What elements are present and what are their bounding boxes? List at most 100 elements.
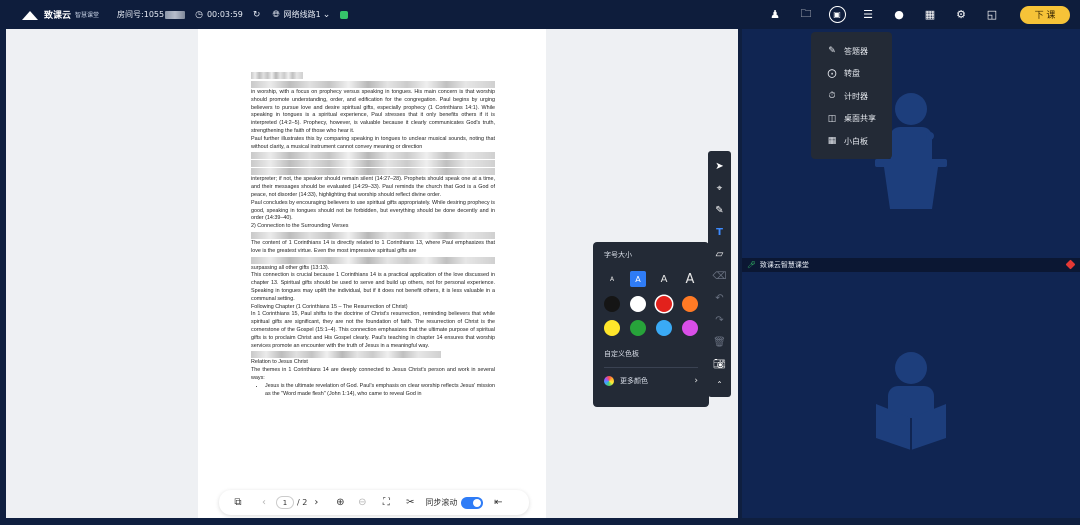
chevron-down-icon: ⌄ bbox=[322, 9, 331, 20]
users-icon: ♟ bbox=[770, 8, 780, 21]
courseware-stage: in worship, with a focus on prophecy ver… bbox=[6, 29, 738, 518]
zoom-out-button[interactable]: ⊖ bbox=[353, 497, 371, 508]
layout-button[interactable]: ▦ bbox=[917, 2, 943, 28]
layout-icon: ▦ bbox=[924, 8, 936, 21]
undo-button[interactable]: ↶ bbox=[708, 287, 731, 309]
room-number: 房间号:1055 bbox=[117, 9, 186, 20]
clear-button[interactable]: 🗑︎ bbox=[708, 331, 731, 353]
menu-item-label: 小白板 bbox=[844, 136, 868, 146]
color-swatch[interactable] bbox=[604, 320, 620, 336]
fit-screen-button[interactable]: ⛶ bbox=[377, 497, 395, 508]
mixer-button[interactable]: ☰ bbox=[855, 2, 881, 28]
chat-button[interactable]: ● bbox=[886, 2, 912, 28]
color-swatch[interactable] bbox=[682, 296, 698, 312]
redacted-text bbox=[251, 160, 495, 168]
redacted-text bbox=[251, 152, 495, 160]
laser-pointer-tool[interactable]: ⌖ bbox=[708, 177, 731, 199]
color-swatch[interactable] bbox=[604, 296, 620, 312]
network-line-label: 网络线路1 bbox=[283, 10, 321, 19]
toolbox-icon: ▣ bbox=[828, 6, 846, 23]
font-size-medium[interactable]: A bbox=[630, 271, 646, 287]
pen-icon: ✎ bbox=[715, 204, 724, 216]
globe-icon: 🌐︎ bbox=[272, 9, 280, 20]
font-size-large[interactable]: A bbox=[656, 271, 672, 287]
redo-button[interactable]: ↷ bbox=[708, 309, 731, 331]
text-tool[interactable]: T bbox=[708, 221, 731, 243]
menu-item-whiteboard[interactable]: ▦ 小白板 bbox=[811, 130, 892, 153]
menu-item-answerer[interactable]: ✎ 答题器 bbox=[811, 40, 892, 63]
teacher-name-bar: 🎤︎ 致课云智慧课堂 bbox=[742, 258, 1080, 272]
refresh-button[interactable]: ↻ bbox=[253, 10, 265, 20]
members-button[interactable]: ♟ bbox=[762, 2, 788, 28]
microphone-icon: 🎤︎ bbox=[747, 261, 756, 269]
network-status-icon bbox=[340, 10, 349, 19]
class-timer: ◷ 00:03:59 bbox=[195, 10, 243, 20]
toolbox-button[interactable]: ▣ bbox=[824, 2, 850, 28]
eraser-tool[interactable]: ⌫ bbox=[708, 265, 731, 287]
color-palette bbox=[604, 296, 698, 336]
stopwatch-icon: ⏱︎ bbox=[828, 91, 836, 102]
document-text: in worship, with a focus on prophecy ver… bbox=[251, 89, 495, 398]
end-class-button[interactable]: 下 课 bbox=[1020, 5, 1070, 24]
doc-paragraph: The content of 1 Corinthians 14 is direc… bbox=[251, 239, 495, 254]
sync-scroll-toggle[interactable] bbox=[461, 496, 484, 509]
color-swatch[interactable] bbox=[656, 320, 672, 336]
more-colors-label: 更多颜色 bbox=[620, 377, 648, 385]
bottom-strip bbox=[0, 518, 1080, 525]
doc-paragraph: In 1 Corinthians 15, Paul shifts to the … bbox=[251, 311, 495, 349]
wheel-icon: ⨀ bbox=[827, 68, 837, 79]
sliders-icon: ☰ bbox=[863, 8, 873, 21]
color-swatch[interactable] bbox=[656, 296, 672, 312]
timer-value: 00:03:59 bbox=[206, 10, 243, 19]
teacher-video bbox=[742, 29, 1080, 258]
redo-icon: ↷ bbox=[715, 314, 724, 326]
menu-item-timer[interactable]: ⏱︎ 计时器 bbox=[811, 85, 892, 108]
font-size-xlarge[interactable]: A bbox=[682, 271, 698, 287]
page-number-input[interactable]: 1 bbox=[276, 496, 294, 509]
desktop-share-icon: ◫ bbox=[827, 113, 837, 124]
doc-heading: Relation to Jesus Christ bbox=[251, 359, 308, 366]
color-swatch[interactable] bbox=[630, 320, 646, 336]
menu-item-label: 桌面共享 bbox=[844, 114, 876, 124]
menu-item-desktop-share[interactable]: ◫ 桌面共享 bbox=[811, 108, 892, 131]
scissors-button[interactable]: ✂ bbox=[401, 497, 419, 508]
app-subtitle: 智慧课堂 bbox=[75, 12, 100, 19]
fullscreen-button[interactable]: ◱ bbox=[979, 2, 1005, 28]
redacted-text bbox=[251, 231, 495, 239]
menu-item-label: 转盘 bbox=[844, 69, 860, 79]
fit-screen-icon: ⛶ bbox=[382, 497, 390, 508]
logo-mark-icon bbox=[22, 9, 38, 21]
camera-icon: 📷︎ bbox=[713, 358, 726, 370]
teacher-name: 致课云智慧课堂 bbox=[759, 261, 809, 269]
copy-pages-button[interactable]: ⧉ bbox=[229, 497, 247, 508]
chevron-right-icon: › bbox=[694, 376, 698, 386]
collapse-tools-button[interactable]: ˆ bbox=[708, 375, 731, 397]
eraser-icon: ⌫ bbox=[712, 270, 727, 282]
next-page-button[interactable]: › bbox=[307, 497, 325, 508]
document-toolbar: ⧉ ‹ 1 / 2 › ⊕ ⊖ ⛶ ✂ 同步滚动 ⇤ bbox=[219, 490, 529, 515]
shape-tool[interactable]: ▱ bbox=[708, 243, 731, 265]
more-colors-button[interactable]: 更多颜色 › bbox=[604, 376, 698, 386]
teacher-placeholder-icon bbox=[875, 93, 947, 209]
network-line-select[interactable]: 🌐︎ 网络线路1 ⌄ bbox=[272, 9, 334, 20]
zoom-out-icon: ⊖ bbox=[358, 497, 367, 508]
settings-button[interactable]: ⚙ bbox=[948, 2, 974, 28]
color-swatch[interactable] bbox=[682, 320, 698, 336]
student-video bbox=[742, 272, 1080, 518]
menu-item-wheel[interactable]: ⨀ 转盘 bbox=[811, 63, 892, 86]
color-swatch[interactable] bbox=[630, 296, 646, 312]
pen-tool[interactable]: ✎ bbox=[708, 199, 731, 221]
zoom-in-button[interactable]: ⊕ bbox=[331, 497, 349, 508]
files-button[interactable]: 🗀︎ bbox=[793, 2, 819, 28]
prev-page-button[interactable]: ‹ bbox=[255, 497, 273, 508]
select-tool[interactable]: ➤ bbox=[708, 155, 731, 177]
menu-item-label: 计时器 bbox=[844, 91, 868, 101]
screenshot-button[interactable]: 📷︎ bbox=[708, 353, 731, 375]
app-name: 致课云 bbox=[44, 11, 72, 21]
collapse-toolbar-button[interactable]: ⇤ bbox=[489, 497, 507, 508]
redacted-text bbox=[251, 351, 441, 359]
doc-paragraph: Paul further illustrates this by compari… bbox=[251, 135, 495, 150]
font-size-small[interactable]: A bbox=[604, 271, 620, 287]
video-panel: 🎤︎ 致课云智慧课堂 bbox=[742, 29, 1080, 518]
page-total: / 2 bbox=[297, 498, 308, 507]
